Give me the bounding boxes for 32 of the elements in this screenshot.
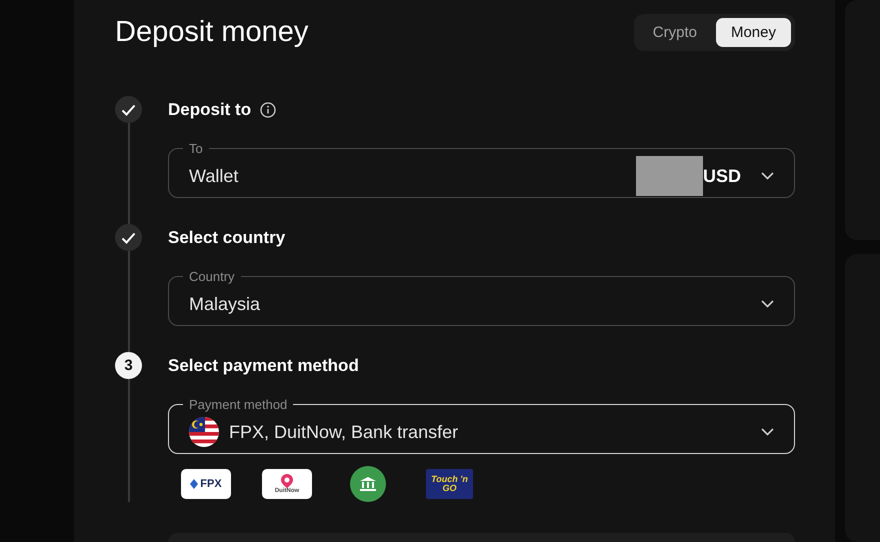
mode-tab[interactable]: Money [716,18,791,46]
field-label: To [188,141,204,156]
field-value: FPX, DuitNow, Bank transfer [229,422,460,442]
flag-icon [189,417,219,447]
chevron-down-icon [761,300,774,308]
check-icon [121,232,136,244]
info-icon[interactable] [260,102,276,118]
step-heading: Select country [168,228,286,248]
chevron-down-icon [761,428,774,436]
select-field[interactable]: Country Malaysia [168,269,795,326]
chevron-down-icon [761,172,774,180]
step-heading: Deposit to [168,100,252,120]
pin-icon [281,474,293,488]
field-value: Wallet [189,166,240,186]
check-icon [121,104,136,116]
field-value: Malaysia [189,294,262,314]
touchngo-logo[interactable]: Touch 'n GO [426,469,473,499]
step-number: 3 [115,352,142,379]
select-field[interactable]: Payment method FPX, DuitNow, Bank transfer [168,397,795,454]
field-label: Payment method [188,397,288,412]
field-label: Country [188,269,236,284]
mode-tab[interactable]: Crypto [638,18,712,46]
select-field[interactable]: To Wallet USD [168,141,795,198]
bank-icon [360,477,376,491]
fpx-logo[interactable]: FPX [181,469,231,499]
page-title: Deposit money [115,16,308,48]
diamond-icon [190,479,198,489]
currency-label: USD [702,166,741,186]
logo-text: FPX [200,478,222,490]
logo-text: Touch 'n GO [430,475,469,493]
bank-logo[interactable] [350,466,386,502]
step-heading: Select payment method [168,356,359,376]
